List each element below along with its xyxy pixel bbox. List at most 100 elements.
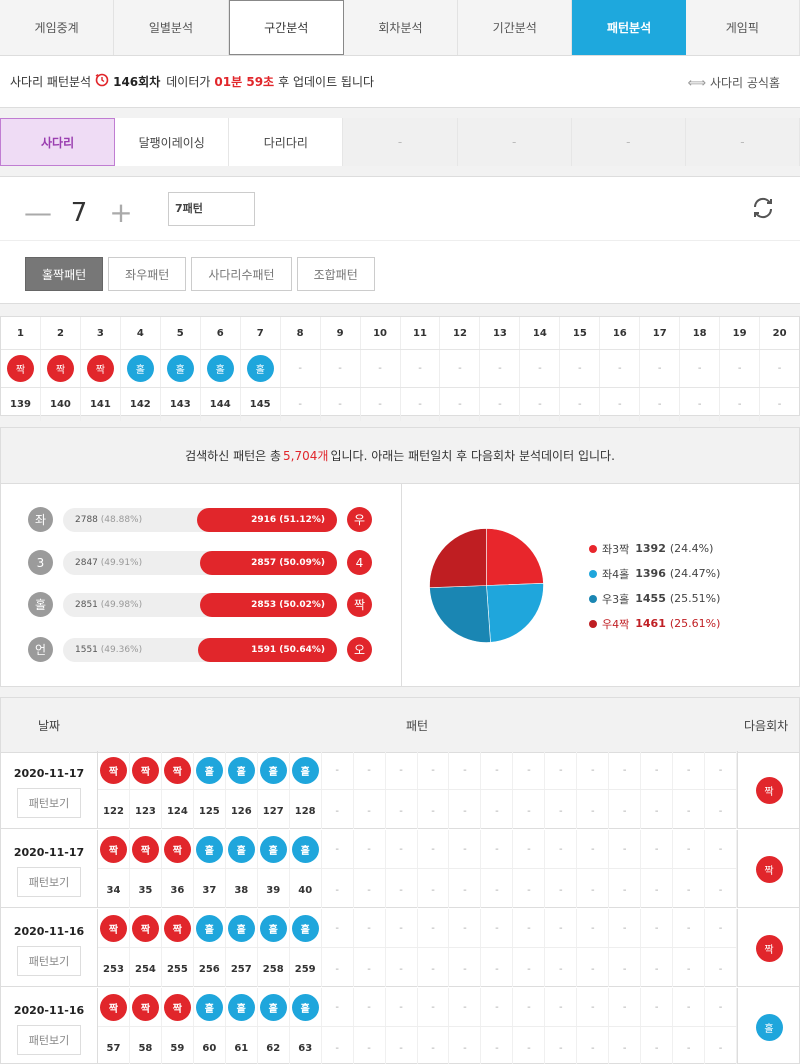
grid-ball-cell: - [520, 350, 561, 387]
stat-left-pct: (49.98%) [100, 600, 143, 610]
grid-col-header: 5 [161, 317, 201, 349]
empty-dash: - [495, 843, 499, 855]
empty-dash: - [559, 1001, 563, 1013]
history-ball-cell: - [705, 751, 738, 789]
view-pattern-button[interactable]: 패턴보기 [17, 946, 81, 976]
info-mid: 데이터가 [166, 75, 211, 89]
grid-col-header: 2 [41, 317, 81, 349]
history-round-cell: - [513, 790, 546, 829]
stat-bar-track: 2788 (48.88%) 2916 (51.12%) [63, 508, 337, 532]
empty-dash: - [367, 885, 371, 896]
tab-main-3[interactable]: 구간분석 [228, 0, 344, 55]
grid-col-header: 1 [1, 317, 41, 349]
history-date: 2020-11-17 [13, 846, 85, 859]
pattern-type-button-1[interactable]: 홀짝패턴 [25, 257, 104, 291]
history-round-cell: - [354, 790, 386, 829]
history-ball-cell: 짝 [130, 830, 162, 868]
history-date-cell: 2020-11-16 패턴보기 [0, 988, 98, 1064]
empty-dash: - [335, 1043, 339, 1054]
history-ball-cell: - [641, 909, 674, 947]
view-pattern-button[interactable]: 패턴보기 [17, 867, 81, 897]
history-ball-cell: 홀 [194, 909, 226, 947]
stats-summary: 검색하신 패턴은 총 5,704개 입니다. 아래는 패턴일치 후 다음회차 분… [1, 428, 799, 484]
empty-dash: - [654, 964, 659, 975]
grid-round-cell: - [480, 388, 521, 421]
stat-left-count: 2851 [75, 600, 101, 610]
tab-main-1[interactable]: 게임중계 [0, 0, 115, 55]
tab-game-3[interactable]: 다리다리 [229, 118, 344, 166]
result-ball: 홀 [291, 756, 319, 784]
empty-dash: - [686, 1001, 691, 1013]
history-ball-cell: - [577, 909, 610, 947]
grid-col-header: 9 [321, 317, 361, 349]
empty-dash: - [737, 363, 742, 374]
history-ball-cell: - [354, 830, 386, 868]
result-ball: 홀 [195, 835, 223, 863]
history-round-cell: 40 [290, 869, 322, 908]
history-header-date: 날짜 [38, 719, 61, 733]
grid-round-cell: - [720, 388, 761, 421]
empty-dash: - [399, 1043, 403, 1054]
result-ball: 홀 [291, 993, 319, 1021]
legend-swatch [589, 594, 597, 603]
empty-dash: - [338, 363, 342, 374]
grid-round-cell: - [520, 388, 561, 421]
history-round-cell: 126 [226, 790, 258, 829]
official-site-link[interactable]: ⟺ 사다리 공식홈 [687, 74, 780, 91]
history-round-cell: - [609, 790, 642, 829]
empty-dash: - [335, 764, 339, 776]
history-date: 2020-11-16 [13, 925, 85, 938]
history-round-cell: - [386, 1027, 418, 1064]
view-pattern-button[interactable]: 패턴보기 [17, 788, 81, 818]
tab-main-4[interactable]: 회차분석 [343, 0, 459, 55]
history-ball-cell: - [481, 830, 514, 868]
tab-main-6[interactable]: 패턴분석 [572, 0, 686, 55]
history-ball-cell: 짝 [98, 830, 130, 868]
history-round-cell: - [322, 790, 354, 829]
history-round-cell: 255 [162, 948, 194, 987]
refresh-icon[interactable] [749, 194, 777, 222]
tab-main-5[interactable]: 기간분석 [458, 0, 573, 55]
history-round-cell: 39 [258, 869, 290, 908]
result-ball: 홀 [259, 993, 287, 1021]
legend-pct: (24.47%) [669, 567, 721, 580]
history-round-cell: 122 [98, 790, 130, 829]
empty-dash: - [686, 922, 691, 934]
info-suffix: 후 업데이트 됩니다 [278, 75, 375, 89]
history-round-cell: - [322, 1027, 354, 1064]
pattern-type-button-2[interactable]: 좌우패턴 [108, 257, 187, 291]
history-round-cell: 124 [162, 790, 194, 829]
grid-col-header: 18 [680, 317, 721, 349]
tab-game-2[interactable]: 달팽이레이싱 [115, 118, 230, 166]
pattern-type-button-3[interactable]: 사다리수패턴 [191, 257, 292, 291]
history-ball-cell: - [322, 909, 354, 947]
history-row: 2020-11-16 패턴보기 짝 짝 짝 홀 홀 홀 홀 - - - - - - - - - - - - -57 58 59… [0, 988, 800, 1064]
decrease-button[interactable]: — [24, 198, 52, 228]
empty-dash: - [654, 885, 659, 896]
history-ball-cell: - [545, 909, 578, 947]
increase-button[interactable]: + [108, 198, 134, 228]
stat-left-count: 2847 [75, 558, 101, 568]
empty-dash: - [777, 363, 782, 374]
empty-dash: - [463, 764, 467, 776]
grid-round-cell: - [760, 388, 799, 421]
pattern-input[interactable]: 7패턴 [168, 192, 255, 226]
history-round-cell: 127 [258, 790, 290, 829]
pie-legend: 좌3짝 1392 (24.4%) 좌4홀 1396 (24.47%) 우3홀 1455 (25.… [589, 536, 720, 636]
history-round-cell: 61 [226, 1027, 258, 1064]
tab-game-1[interactable]: 사다리 [0, 118, 116, 166]
result-ball: 홀 [291, 914, 319, 942]
history-ball-cell: - [673, 830, 706, 868]
history-round-cell: - [513, 869, 546, 908]
empty-dash: - [463, 1001, 467, 1013]
tab-main-7[interactable]: 게임픽 [685, 0, 800, 55]
history-ball-cell: - [705, 909, 738, 947]
stat-right-value: 2857 (50.09%) [251, 558, 325, 568]
result-ball: 홀 [227, 993, 255, 1021]
pattern-type-button-4[interactable]: 조합패턴 [296, 257, 375, 291]
view-pattern-button[interactable]: 패턴보기 [17, 1025, 81, 1055]
history-ball-cell: 짝 [98, 909, 130, 947]
result-ball: 홀 [206, 355, 234, 382]
grid-ball-cell: - [440, 350, 481, 387]
tab-main-2[interactable]: 일별분석 [114, 0, 229, 55]
